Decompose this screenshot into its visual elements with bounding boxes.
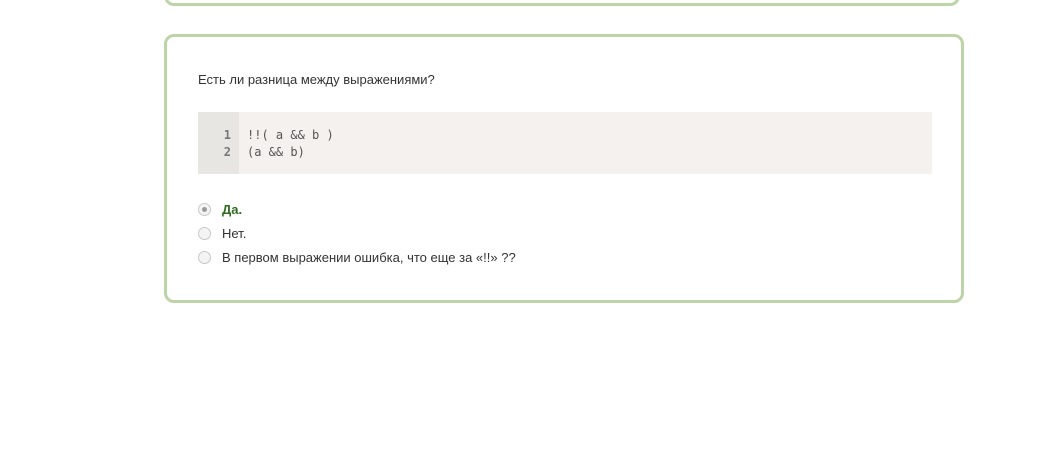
question-text: Есть ли разница между выражениями? <box>198 72 435 87</box>
radio-button[interactable] <box>198 226 211 240</box>
answer-option-yes[interactable]: Да. <box>198 197 516 221</box>
answer-label: Нет. <box>222 225 247 241</box>
code-content: !!( a && b ) (a && b) <box>239 112 334 174</box>
radio-button[interactable] <box>198 250 211 264</box>
code-line: !!( a && b ) <box>247 128 334 142</box>
answer-option-error[interactable]: В первом выражении ошибка, что еще за «!… <box>198 245 516 269</box>
radio-button-selected[interactable] <box>198 202 211 216</box>
answer-label: В первом выражении ошибка, что еще за «!… <box>222 249 516 265</box>
code-block: 1 2 !!( a && b ) (a && b) <box>198 112 932 174</box>
line-number: 1 <box>223 128 231 142</box>
question-card: Есть ли разница между выражениями? 1 2 !… <box>164 34 964 303</box>
page: Есть ли разница между выражениями? 1 2 !… <box>0 0 1060 460</box>
answer-label: Да. <box>222 201 243 217</box>
code-line: (a && b) <box>247 145 305 159</box>
answer-option-no[interactable]: Нет. <box>198 221 516 245</box>
line-number: 2 <box>223 145 231 159</box>
answer-options: Да. Нет. В первом выражении ошибка, что … <box>198 197 516 269</box>
previous-question-card <box>164 0 960 6</box>
line-number-gutter: 1 2 <box>198 112 239 174</box>
